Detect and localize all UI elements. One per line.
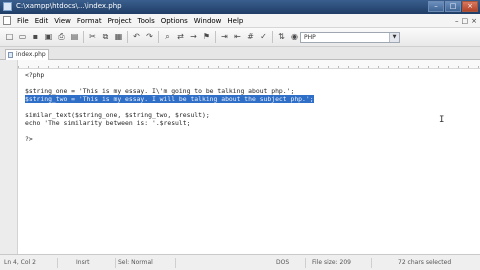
line-gutter[interactable] bbox=[0, 60, 18, 254]
redo-icon[interactable]: ↷ bbox=[144, 31, 155, 43]
print-icon[interactable]: ⎙ bbox=[56, 31, 67, 43]
go-to-icon[interactable]: → bbox=[188, 31, 199, 43]
menu-bar: File Edit View Format Project Tools Opti… bbox=[0, 14, 480, 28]
doc-close-button[interactable]: × bbox=[471, 16, 477, 26]
ruler bbox=[18, 60, 480, 69]
language-select[interactable]: PHP ▼ bbox=[300, 32, 400, 43]
selected-code-text: $string_two = 'This is my essay. I will … bbox=[25, 95, 314, 103]
replace-icon[interactable]: ⇄ bbox=[175, 31, 186, 43]
code-line[interactable] bbox=[25, 127, 314, 135]
undo-icon[interactable]: ↶ bbox=[131, 31, 142, 43]
language-value: PHP bbox=[304, 34, 316, 41]
window-controls: – □ × bbox=[428, 1, 478, 13]
menu-format[interactable]: Format bbox=[74, 16, 105, 26]
code-line[interactable]: ?> bbox=[25, 135, 314, 143]
toolbar-separator bbox=[127, 31, 128, 43]
toolbar-separator bbox=[83, 31, 84, 43]
code-text: <?php bbox=[25, 71, 45, 79]
app-icon bbox=[3, 2, 12, 11]
chevron-down-icon[interactable]: ▼ bbox=[389, 33, 399, 42]
bookmark-icon[interactable]: ⚑ bbox=[201, 31, 212, 43]
doc-restore-button[interactable]: □ bbox=[462, 16, 469, 26]
code-line[interactable] bbox=[25, 103, 314, 111]
copy-icon[interactable]: ⧉ bbox=[100, 31, 111, 43]
selection-mode: Sel: Normal bbox=[118, 258, 176, 268]
toolbar-separator bbox=[272, 31, 273, 43]
new-icon[interactable]: □ bbox=[4, 31, 15, 43]
code-line[interactable]: $string_two = 'This is my essay. I will … bbox=[25, 95, 314, 103]
doc-minimize-button[interactable]: – bbox=[455, 16, 459, 26]
maximize-button[interactable]: □ bbox=[445, 1, 461, 12]
code-text: echo 'The similarity between is: '.$resu… bbox=[25, 119, 191, 127]
code-line[interactable]: similar_text($string_one, $string_two, $… bbox=[25, 111, 314, 119]
menu-window[interactable]: Window bbox=[191, 16, 225, 26]
tab-index-php[interactable]: index.php bbox=[5, 49, 49, 60]
toolbar-separator bbox=[215, 31, 216, 43]
menu-file[interactable]: File bbox=[14, 16, 32, 26]
insert-mode: Insrt bbox=[76, 258, 116, 268]
indent-icon[interactable]: ⇥ bbox=[219, 31, 230, 43]
print-preview-icon[interactable]: ▤ bbox=[69, 31, 80, 43]
spell-check-icon[interactable]: ✓ bbox=[258, 31, 269, 43]
preview-icon[interactable]: ◉ bbox=[289, 31, 300, 43]
save-all-icon[interactable]: ▣ bbox=[43, 31, 54, 43]
toolbar-separator bbox=[158, 31, 159, 43]
code-editor[interactable]: <?php $string_one = 'This is my essay. I\… bbox=[18, 69, 480, 254]
minimize-button[interactable]: – bbox=[428, 1, 444, 12]
paste-icon[interactable]: ▦ bbox=[113, 31, 124, 43]
code-line[interactable]: <?php bbox=[25, 71, 314, 79]
save-icon[interactable]: ▪ bbox=[30, 31, 41, 43]
selected-chars: 72 chars selected bbox=[398, 259, 452, 266]
code-line[interactable] bbox=[25, 79, 314, 87]
comment-icon[interactable]: # bbox=[245, 31, 256, 43]
menu-project[interactable]: Project bbox=[105, 16, 135, 26]
toolbar: □ ▭ ▪ ▣ ⎙ ▤ ✂ ⧉ ▦ ↶ ↷ ⌕ ⇄ → ⚑ ⇥ ⇤ # ✓ ⇅ ◉ PHP ▼ bbox=[0, 28, 480, 47]
title-bar: C:\xampp\htdocs\...\index.php – □ × bbox=[0, 0, 480, 14]
code-text: ?> bbox=[25, 135, 33, 143]
code-content[interactable]: <?php $string_one = 'This is my essay. I\… bbox=[25, 71, 314, 143]
tab-label: index.php bbox=[16, 51, 46, 58]
cursor-position: Ln 4, Col 2 bbox=[4, 258, 58, 268]
status-bar: Ln 4, Col 2 Insrt Sel: Normal DOS File s… bbox=[0, 254, 480, 270]
menu-options[interactable]: Options bbox=[158, 16, 191, 26]
menu-edit[interactable]: Edit bbox=[32, 16, 52, 26]
file-size: File size: 209 bbox=[312, 258, 372, 268]
ibeam-cursor-icon: I bbox=[439, 115, 445, 125]
cut-icon[interactable]: ✂ bbox=[87, 31, 98, 43]
document-icon[interactable] bbox=[3, 16, 11, 25]
php-file-icon bbox=[8, 52, 13, 58]
code-line[interactable]: echo 'The similarity between is: '.$resu… bbox=[25, 119, 314, 127]
close-button[interactable]: × bbox=[462, 1, 478, 12]
code-line[interactable]: $string_one = 'This is my essay. I\'m go… bbox=[25, 87, 314, 95]
ftp-icon[interactable]: ⇅ bbox=[276, 31, 287, 43]
code-text: $string_one = 'This is my essay. I\'m go… bbox=[25, 87, 295, 95]
document-tabs: index.php bbox=[0, 47, 480, 60]
find-icon[interactable]: ⌕ bbox=[162, 31, 173, 43]
window-title: C:\xampp\htdocs\...\index.php bbox=[16, 2, 122, 10]
line-ending: DOS bbox=[276, 258, 306, 268]
outdent-icon[interactable]: ⇤ bbox=[232, 31, 243, 43]
open-icon[interactable]: ▭ bbox=[17, 31, 28, 43]
code-text: similar_text($string_one, $string_two, $… bbox=[25, 111, 210, 119]
menu-view[interactable]: View bbox=[51, 16, 74, 26]
menu-help[interactable]: Help bbox=[224, 16, 246, 26]
menu-tools[interactable]: Tools bbox=[135, 16, 158, 26]
